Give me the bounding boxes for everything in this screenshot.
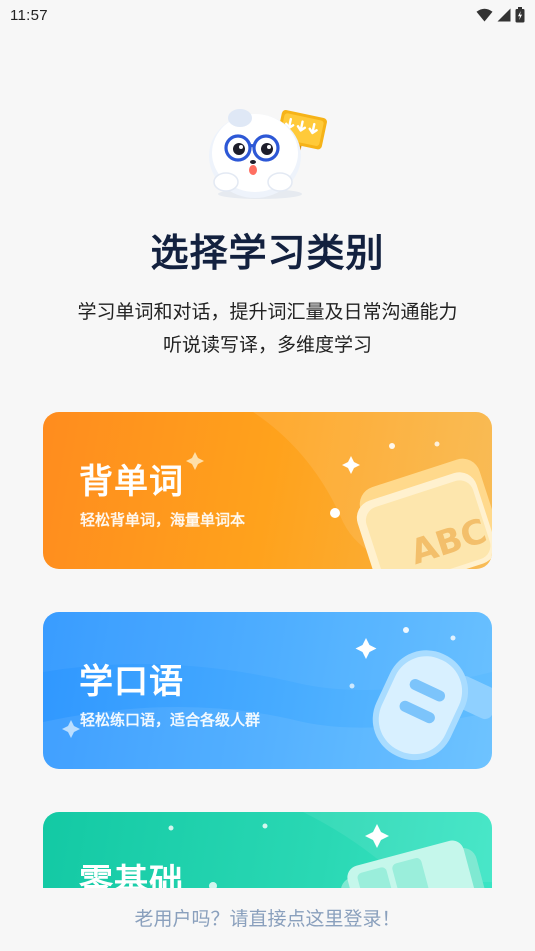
battery-icon	[515, 7, 525, 23]
existing-user-login-link[interactable]: 老用户吗？请直接点这里登录！	[0, 904, 535, 931]
status-icons	[476, 7, 525, 23]
signal-icon	[497, 8, 511, 22]
page-title: 选择学习类别	[150, 231, 385, 275]
page-subtitle: 学习单词和对话，提升词汇量及日常沟通能力 听说读写译，多维度学习	[0, 296, 535, 362]
subtitle-line-1: 学习单词和对话，提升词汇量及日常沟通能力	[77, 301, 458, 323]
category-selection-screen: 11:57 选择学习类别 学习单词和对话，提升词汇量及日常沟通能力 听说读写译，…	[0, 0, 535, 951]
card-desc-speaking: 轻松练口语，适合各级人群	[80, 711, 261, 729]
subtitle-line-2: 听说读写译，多维度学习	[162, 334, 372, 356]
status-bar: 11:57	[0, 0, 535, 30]
card-title-vocabulary: 背单词	[79, 462, 184, 502]
card-title-speaking: 学口语	[79, 662, 184, 702]
status-time: 11:57	[10, 6, 48, 24]
category-card-speaking[interactable]: 学口语 轻松练口语，适合各级人群	[43, 612, 492, 769]
wifi-icon	[476, 8, 493, 22]
mascot-illustration	[209, 109, 327, 199]
category-card-vocabulary[interactable]: ABC 背单词 轻松背单词，海量单词本	[43, 412, 492, 569]
card-desc-vocabulary: 轻松背单词，海量单词本	[80, 511, 246, 529]
